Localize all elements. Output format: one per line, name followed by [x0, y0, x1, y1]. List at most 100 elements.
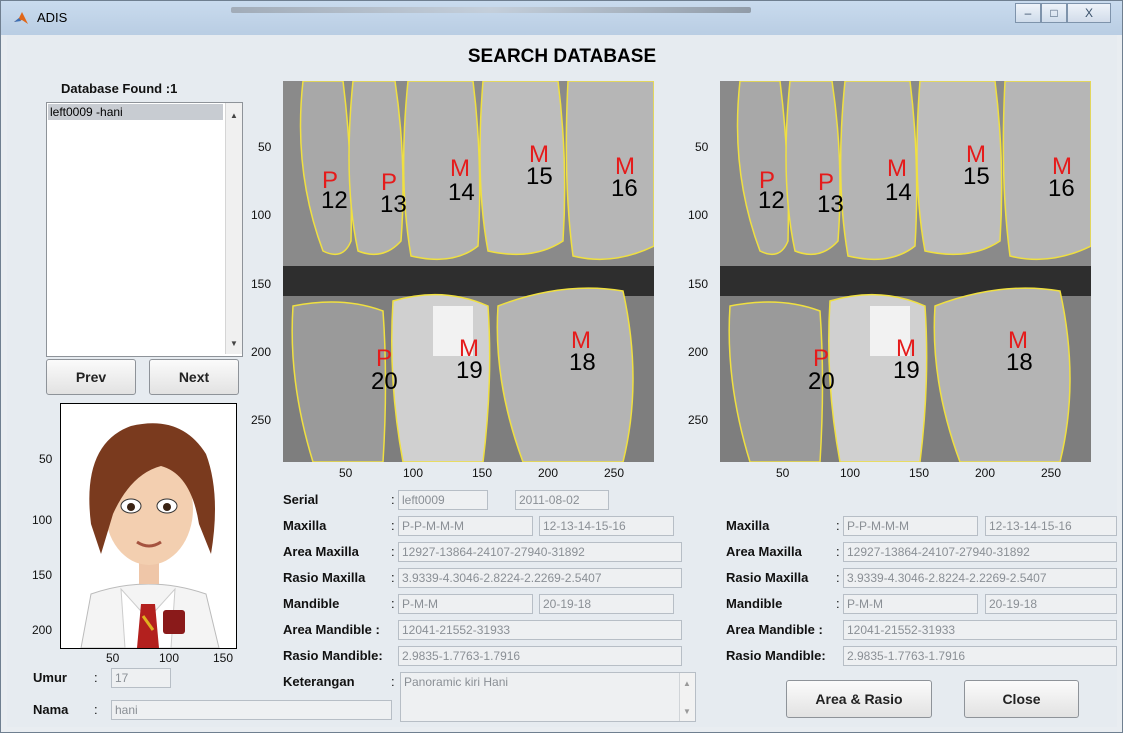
tooth-number-label: 12: [758, 187, 785, 214]
maxilla-colon: :: [391, 518, 395, 533]
umur-label: Umur: [33, 670, 67, 685]
nama-colon: :: [94, 702, 98, 717]
area-mandible-field-right[interactable]: 12041-21552-31933: [843, 620, 1117, 640]
student-avatar-image: [61, 404, 236, 648]
tooth-number-label: 15: [526, 163, 553, 190]
photo-y-tick-label: 100: [32, 513, 53, 527]
tooth-number-label: 13: [817, 191, 844, 218]
keterangan-text: Panoramic kiri Hani: [404, 675, 509, 689]
rasio-maxilla-field-right[interactable]: 3.9339-4.3046-2.8224-2.2269-2.5407: [843, 568, 1117, 588]
next-button[interactable]: Next: [149, 359, 239, 395]
textarea-scrollbar[interactable]: ▲ ▼: [679, 673, 695, 721]
minimize-button[interactable]: –: [1015, 3, 1041, 23]
scroll-down-icon[interactable]: ▼: [683, 703, 691, 721]
tooth-number-label: 15: [963, 163, 990, 190]
rasio-maxilla-colon: :: [391, 570, 395, 585]
area-mandible-field[interactable]: 12041-21552-31933: [398, 620, 682, 640]
dental-xray-right: [720, 81, 1091, 462]
mandible-numbers-field-right[interactable]: 20-19-18: [985, 594, 1117, 614]
tooth-number-label: 20: [808, 368, 835, 395]
xray-x-tick-label: 50: [776, 466, 790, 480]
serial-field[interactable]: left0009: [398, 490, 488, 510]
matlab-icon: [14, 12, 28, 24]
area-maxilla-colon-right: :: [836, 544, 840, 559]
mandible-types-field[interactable]: P-M-M: [398, 594, 533, 614]
xray-x-tick-label: 100: [403, 466, 424, 480]
mandible-numbers-field[interactable]: 20-19-18: [539, 594, 674, 614]
xray-x-tick-label: 50: [339, 466, 353, 480]
tooth-number-label: 18: [1006, 349, 1033, 376]
mandible-colon-right: :: [836, 596, 840, 611]
date-field[interactable]: 2011-08-02: [515, 490, 609, 510]
tooth-number-label: 16: [611, 175, 638, 202]
results-listbox[interactable]: left0009 -hani ▲ ▼: [46, 102, 243, 357]
area-rasio-button[interactable]: Area & Rasio: [786, 680, 932, 718]
serial-label: Serial: [283, 492, 319, 507]
xray-x-tick-label: 200: [975, 466, 996, 480]
maxilla-numbers-field[interactable]: 12-13-14-15-16: [539, 516, 674, 536]
maxilla-label: Maxilla: [283, 518, 327, 533]
maxilla-colon-right: :: [836, 518, 840, 533]
xray-y-tick-label: 250: [251, 413, 272, 427]
maxilla-numbers-field-right[interactable]: 12-13-14-15-16: [985, 516, 1117, 536]
list-item[interactable]: left0009 -hani: [48, 104, 223, 120]
tooth-number-label: 19: [456, 357, 483, 384]
scroll-down-icon[interactable]: ▼: [230, 339, 238, 348]
photo-y-tick-label: 50: [39, 452, 53, 466]
umur-colon: :: [94, 670, 98, 685]
window-title: ADIS: [37, 10, 68, 25]
xray-y-tick-label: 200: [688, 345, 709, 359]
area-maxilla-field[interactable]: 12927-13864-24107-27940-31892: [398, 542, 682, 562]
keterangan-colon: :: [391, 674, 395, 689]
xray-x-tick-label: 100: [840, 466, 861, 480]
rasio-mandible-field-right[interactable]: 2.9835-1.7763-1.7916: [843, 646, 1117, 666]
area-maxilla-colon: :: [391, 544, 395, 559]
tooth-number-label: 14: [885, 179, 912, 206]
page-title: SEARCH DATABASE: [467, 46, 657, 67]
tooth-number-label: 20: [371, 368, 398, 395]
keterangan-textarea[interactable]: Panoramic kiri Hani ▲ ▼: [400, 672, 696, 722]
rasio-maxilla-colon-right: :: [836, 570, 840, 585]
tooth-number-label: 13: [380, 191, 407, 218]
xray-x-tick-label: 200: [538, 466, 559, 480]
mandible-types-field-right[interactable]: P-M-M: [843, 594, 978, 614]
rasio-maxilla-label-right: Rasio Maxilla: [726, 570, 809, 585]
rasio-mandible-label-right: Rasio Mandible:: [726, 648, 826, 663]
tooth-number-label: 14: [448, 179, 475, 206]
photo-x-tick-label: 150: [213, 651, 234, 665]
maxilla-types-field[interactable]: P-P-M-M-M: [398, 516, 533, 536]
rasio-mandible-field[interactable]: 2.9835-1.7763-1.7916: [398, 646, 682, 666]
app-window: ADIS – □ X SEARCH DATABASE Database Foun…: [0, 0, 1123, 733]
rasio-maxilla-field[interactable]: 3.9339-4.3046-2.8224-2.2269-2.5407: [398, 568, 682, 588]
xray-image-left: [283, 81, 654, 462]
xray-x-tick-label: 250: [1041, 466, 1062, 480]
prev-button[interactable]: Prev: [46, 359, 136, 395]
xray-x-tick-label: 150: [472, 466, 493, 480]
photo-y-tick-label: 200: [32, 623, 53, 637]
mandible-label-right: Mandible: [726, 596, 783, 611]
blurred-background-strip: [231, 7, 751, 13]
close-window-button[interactable]: X: [1067, 3, 1111, 23]
student-photo-axes: [60, 403, 237, 649]
list-scrollbar[interactable]: ▲ ▼: [225, 103, 242, 354]
dental-xray-left: [283, 81, 654, 462]
maxilla-types-field-right[interactable]: P-P-M-M-M: [843, 516, 978, 536]
nama-field[interactable]: hani: [111, 700, 392, 720]
umur-field[interactable]: 17: [111, 668, 171, 688]
area-maxilla-label: Area Maxilla: [283, 544, 359, 559]
scroll-up-icon[interactable]: ▲: [683, 675, 691, 693]
close-button[interactable]: Close: [964, 680, 1079, 718]
scroll-up-icon[interactable]: ▲: [230, 111, 238, 120]
xray-y-tick-label: 50: [258, 140, 272, 154]
xray-y-tick-label: 50: [695, 140, 709, 154]
area-mandible-label: Area Mandible :: [283, 622, 380, 637]
xray-image-right: [720, 81, 1091, 462]
xray-y-tick-label: 200: [251, 345, 272, 359]
maximize-button[interactable]: □: [1041, 3, 1067, 23]
tooth-number-label: 19: [893, 357, 920, 384]
xray-y-tick-label: 100: [251, 208, 272, 222]
title-bar: ADIS – □ X: [1, 1, 1122, 35]
database-found-label: Database Found :1: [61, 81, 178, 96]
area-maxilla-field-right[interactable]: 12927-13864-24107-27940-31892: [843, 542, 1117, 562]
mandible-label: Mandible: [283, 596, 340, 611]
